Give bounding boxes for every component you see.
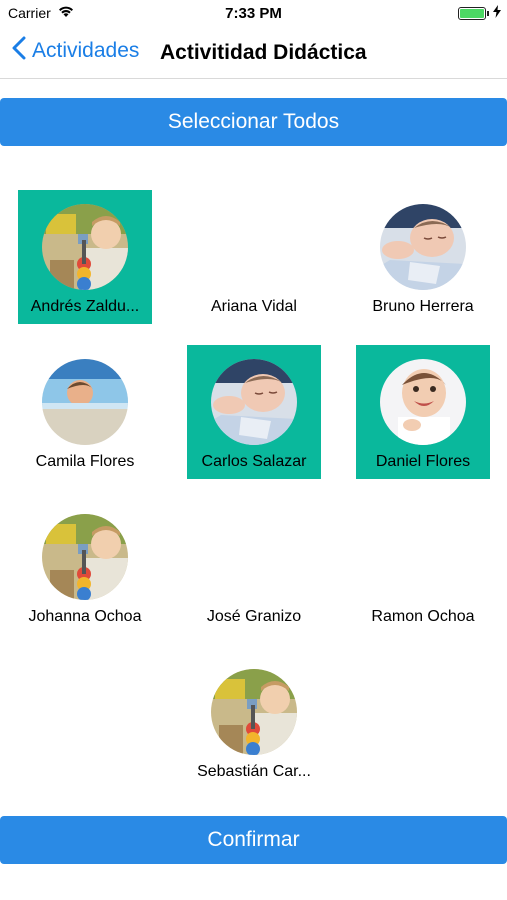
avatar [380,204,466,290]
navigation-bar: Actividades Activitidad Didáctica [0,28,507,79]
student-name: Carlos Salazar [201,453,307,470]
charging-icon [493,5,501,21]
status-time: 7:33 PM [225,5,282,22]
student-cell[interactable]: Ariana Vidal [187,190,321,324]
back-button[interactable]: Actividades [12,36,139,66]
avatar [42,514,128,600]
student-name: Ramon Ochoa [371,608,475,625]
chevron-left-icon [12,36,32,66]
select-all-button[interactable]: Seleccionar Todos [0,98,507,146]
student-name: Camila Flores [35,453,135,470]
avatar [211,669,297,755]
avatar [211,359,297,445]
student-cell[interactable]: Carlos Salazar [187,345,321,479]
student-cell[interactable]: Johanna Ochoa [18,500,152,634]
student-name: Sebastián Car... [197,763,311,780]
back-label: Actividades [32,39,140,62]
student-name: Andrés Zaldu... [30,298,140,315]
student-cell[interactable]: Ramon Ochoa [356,500,490,634]
battery-icon [458,6,486,20]
student-name: Johanna Ochoa [28,608,142,625]
student-name: Ariana Vidal [211,298,297,315]
student-cell[interactable]: Sebastián Car... [187,655,321,789]
student-name: Daniel Flores [375,453,471,470]
student-cell[interactable]: Camila Flores [18,345,152,479]
status-right [458,5,501,21]
student-cell[interactable]: Bruno Herrera [356,190,490,324]
confirm-button[interactable]: Confirmar [0,816,507,864]
avatar [42,359,128,445]
page-title: Activitidad Didáctica [160,41,367,64]
student-cell[interactable]: José Granizo [187,500,321,634]
student-cell[interactable]: Daniel Flores [356,345,490,479]
avatar [42,204,128,290]
battery-cap [487,10,489,16]
student-name: Bruno Herrera [372,298,474,315]
student-name: José Granizo [206,608,302,625]
status-bar: Carrier 7:33 PM [0,0,507,28]
student-cell[interactable]: Andrés Zaldu... [18,190,152,324]
avatar [380,359,466,445]
